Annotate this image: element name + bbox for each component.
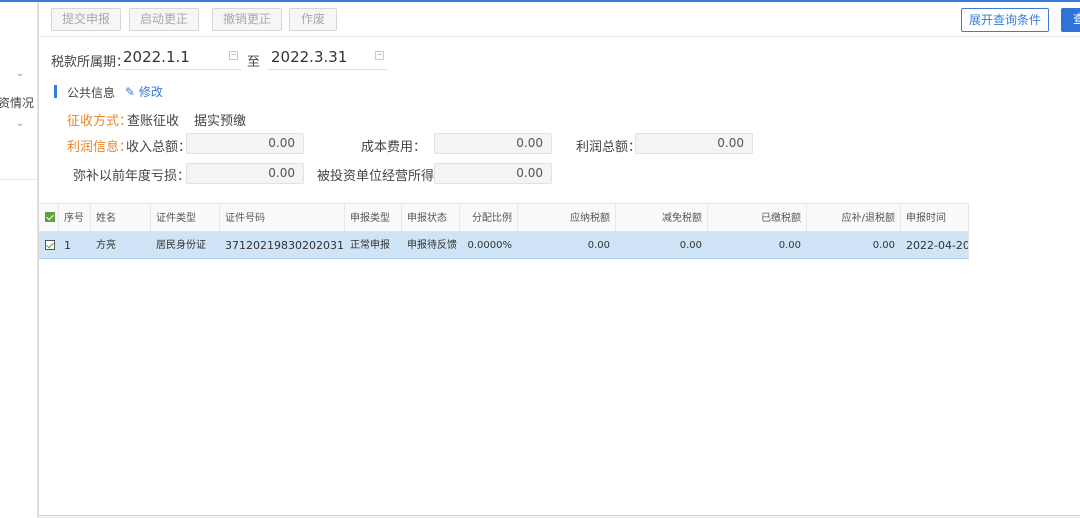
calendar-icon[interactable] — [375, 51, 384, 60]
column-header[interactable]: 分配比例 — [460, 204, 518, 231]
column-header[interactable]: 申报类型 — [345, 204, 402, 231]
invest-income-field[interactable]: 0.00 — [434, 163, 552, 184]
column-header[interactable]: 应纳税额 — [518, 204, 616, 231]
cost-field[interactable]: 0.00 — [434, 133, 552, 154]
row-declare-type: 正常申报 — [345, 232, 402, 258]
row-checkbox[interactable] — [45, 240, 55, 250]
period-label: 税款所属期： — [51, 55, 130, 70]
row-tax-payable: 0.00 — [518, 232, 616, 258]
period-end-field[interactable]: 2022.3.31 — [267, 46, 387, 70]
calendar-icon[interactable] — [229, 51, 238, 60]
sidebar-divider — [0, 179, 37, 180]
main-panel: 提交申报 启动更正 撤销更正 作废 展开查询条件 查 税款所属期： 2022.1… — [38, 2, 1080, 516]
row-index: 1 — [59, 232, 91, 258]
row-tax-refund: 0.00 — [807, 232, 901, 258]
query-button[interactable]: 查 — [1061, 8, 1080, 32]
period-start-field[interactable]: 2022.1.1 — [119, 46, 241, 70]
select-all-checkbox[interactable] — [45, 212, 55, 222]
cost-label: 成本费用： — [361, 140, 427, 155]
row-name-link[interactable]: 方亮 — [91, 232, 151, 258]
void-button[interactable]: 作废 — [289, 8, 337, 31]
row-ratio: 0.0000% — [460, 232, 518, 258]
column-header[interactable]: 姓名 — [91, 204, 151, 231]
column-header[interactable]: 已缴税额 — [708, 204, 807, 231]
loss-label: 弥补以前年度亏损： — [73, 169, 191, 184]
chevron-down-icon[interactable]: ⌄ — [16, 68, 24, 79]
row-select-cell[interactable] — [39, 232, 59, 258]
period-end-value: 2022.3.31 — [271, 48, 348, 66]
section-title: 公共信息 — [67, 86, 116, 100]
row-id-type: 居民身份证 — [151, 232, 220, 258]
section-marker — [54, 85, 57, 98]
edit-icon: ✎ — [125, 85, 136, 99]
edit-link[interactable]: ✎ 修改 — [125, 83, 163, 100]
total-profit-field[interactable]: 0.00 — [635, 133, 753, 154]
row-tax-reduction: 0.00 — [616, 232, 708, 258]
column-header[interactable]: 证件类型 — [151, 204, 220, 231]
invest-income-label: 被投资单位经营所得： — [317, 169, 448, 184]
loss-field[interactable]: 0.00 — [186, 163, 304, 184]
select-all-cell[interactable] — [39, 204, 59, 231]
left-sidebar: ⌄ 资情况 ⌄ — [0, 2, 38, 518]
table-row[interactable]: 1 方亮 居民身份证 37120219830202031X 正常申报 申报待反馈… — [39, 232, 969, 259]
row-declare-time: 2022-04-20 — [901, 232, 969, 258]
chevron-down-icon[interactable]: ⌄ — [16, 118, 24, 129]
submit-declaration-button[interactable]: 提交申报 — [51, 8, 121, 31]
income-label: 收入总额： — [126, 140, 192, 155]
collection-value: 查账征收 — [127, 114, 180, 129]
column-header[interactable]: 证件号码 — [220, 204, 345, 231]
table-header: 序号 姓名 证件类型 证件号码 申报类型 申报状态 分配比例 应纳税额 减免税额… — [39, 203, 969, 232]
declaration-table: 序号 姓名 证件类型 证件号码 申报类型 申报状态 分配比例 应纳税额 减免税额… — [39, 203, 969, 259]
income-field[interactable]: 0.00 — [186, 133, 304, 154]
column-header[interactable]: 减免税额 — [616, 204, 708, 231]
collection-method: 据实预缴 — [194, 114, 247, 129]
cancel-correction-button[interactable]: 撤销更正 — [212, 8, 282, 31]
column-header[interactable]: 序号 — [59, 204, 91, 231]
toolbar-divider — [39, 36, 1080, 37]
period-separator: 至 — [247, 55, 261, 70]
start-correction-button[interactable]: 启动更正 — [129, 8, 199, 31]
table-edge-divider — [968, 203, 969, 261]
row-tax-paid: 0.00 — [708, 232, 807, 258]
collection-label: 征收方式： — [67, 114, 133, 129]
profit-label: 利润信息： — [67, 140, 133, 155]
sidebar-item-label[interactable]: 资情况 — [0, 94, 34, 111]
total-profit-label: 利润总额： — [576, 140, 642, 155]
expand-query-button[interactable]: 展开查询条件 — [961, 8, 1049, 32]
period-start-value: 2022.1.1 — [123, 48, 190, 66]
row-declare-status: 申报待反馈 — [402, 232, 460, 258]
column-header[interactable]: 申报状态 — [402, 204, 460, 231]
column-header[interactable]: 应补/退税额 — [807, 204, 901, 231]
column-header[interactable]: 申报时间 — [901, 204, 969, 231]
row-id-number: 37120219830202031X — [220, 232, 345, 258]
